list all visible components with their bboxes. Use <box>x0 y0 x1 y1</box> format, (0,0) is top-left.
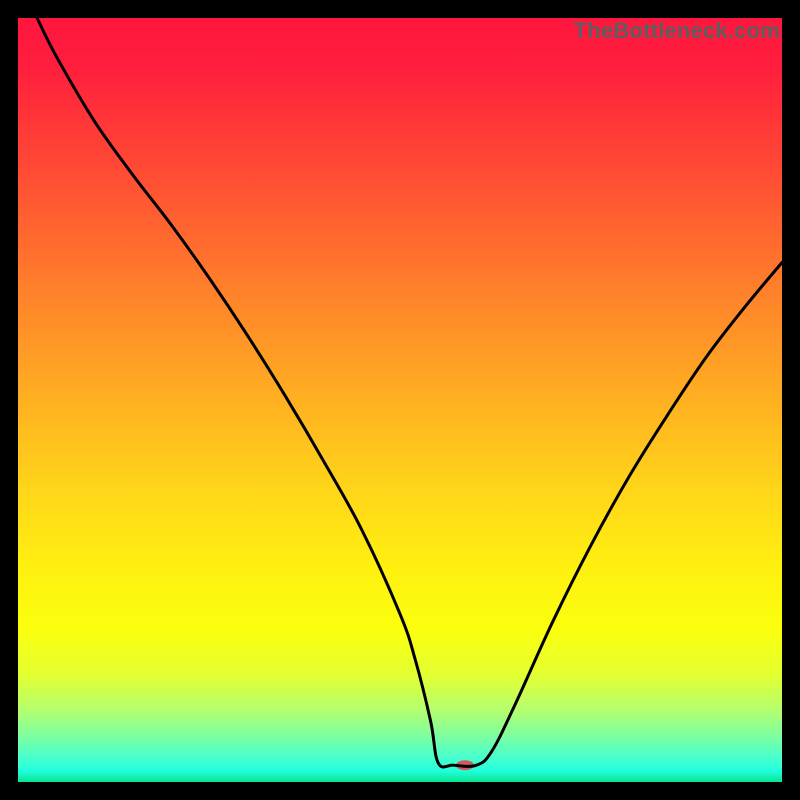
chart-background <box>18 18 782 782</box>
chart-frame: TheBottleneck.com <box>18 18 782 782</box>
watermark-label: TheBottleneck.com <box>574 18 780 44</box>
chart-svg <box>18 18 782 782</box>
